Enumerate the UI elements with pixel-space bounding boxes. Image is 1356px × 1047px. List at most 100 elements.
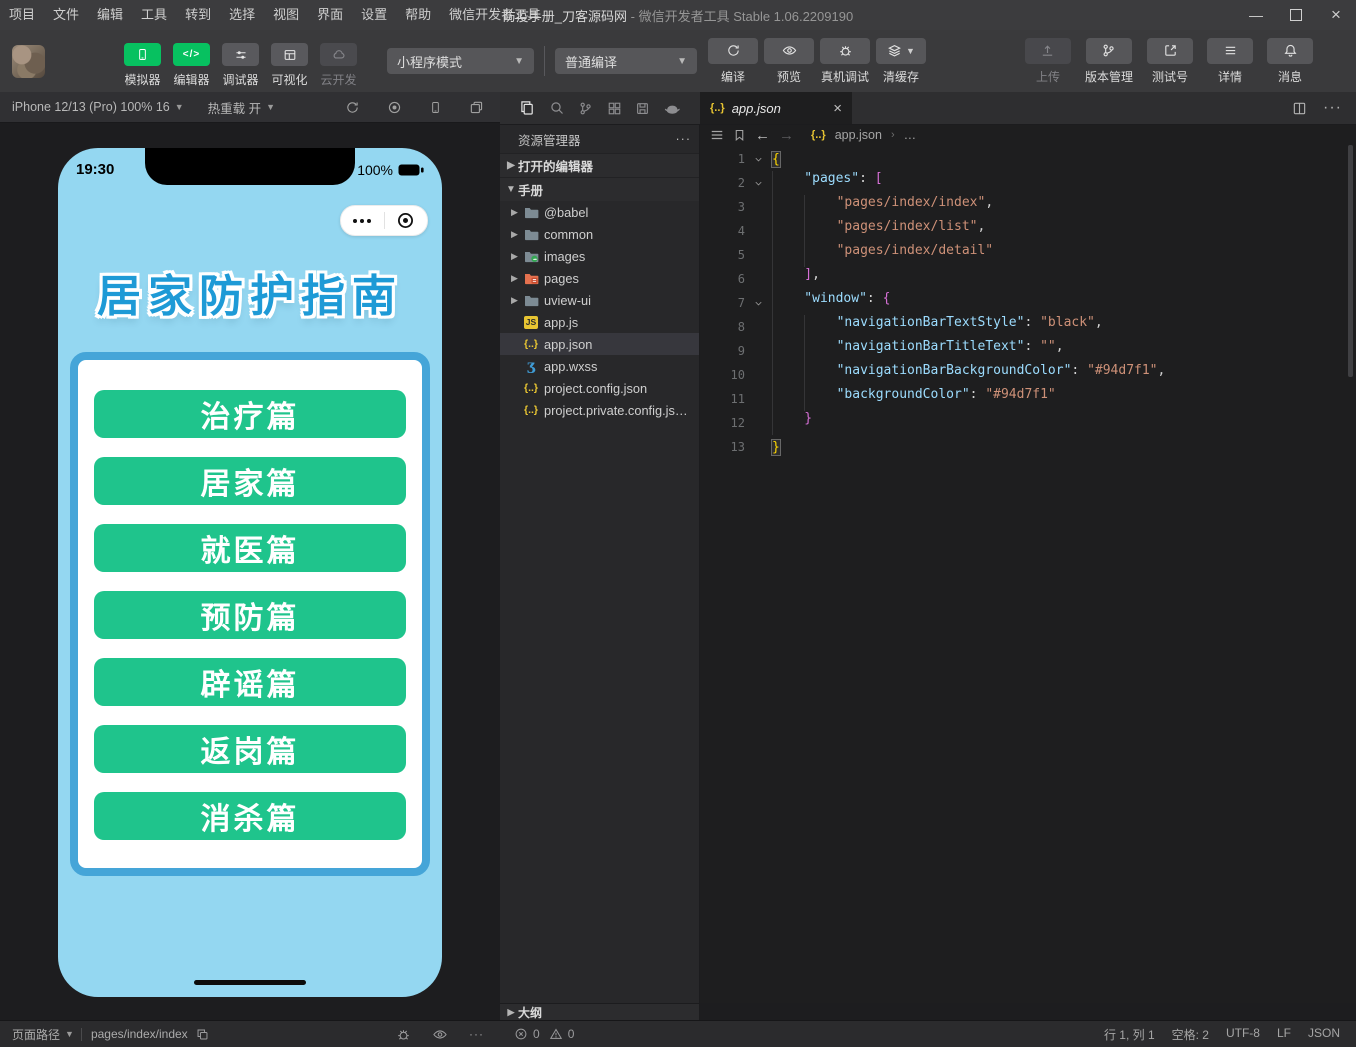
- visualizer-button[interactable]: 可视化: [265, 43, 314, 88]
- phone-menu-button-5[interactable]: 辟谣篇: [94, 658, 406, 706]
- tree-item-app.wxss[interactable]: ʒ app.wxss: [500, 355, 699, 377]
- close-icon[interactable]: ×: [833, 100, 842, 117]
- tab-app-json[interactable]: {..} app.json ×: [700, 92, 852, 124]
- folder-icon: [521, 294, 541, 307]
- indent-guide: [772, 339, 804, 363]
- tree-item-uview-ui[interactable]: ▶ uview-ui: [500, 289, 699, 311]
- back-icon[interactable]: ←: [755, 127, 770, 144]
- simulator-button[interactable]: 模拟器: [118, 43, 167, 88]
- menu-item-3[interactable]: 工具: [132, 0, 176, 30]
- editor-scrollbar[interactable]: [1348, 145, 1353, 377]
- forward-icon[interactable]: →: [779, 127, 794, 144]
- page-path-label[interactable]: 页面路径: [12, 1026, 60, 1043]
- save-icon[interactable]: [635, 101, 650, 116]
- record-icon[interactable]: [387, 100, 402, 115]
- eol[interactable]: LF: [1277, 1026, 1291, 1043]
- clear-cache-button[interactable]: ▼ 清缓存: [876, 37, 926, 85]
- messages-button[interactable]: 消息: [1267, 37, 1313, 85]
- fold-chevron-icon[interactable]: [745, 154, 772, 165]
- tree-item-images[interactable]: ▶ images: [500, 245, 699, 267]
- menu-item-2[interactable]: 编辑: [88, 0, 132, 30]
- visualizer-label: 可视化: [271, 73, 308, 87]
- branch-icon[interactable]: [578, 101, 593, 116]
- menu-item-8[interactable]: 设置: [352, 0, 396, 30]
- tree-item-common[interactable]: ▶ common: [500, 223, 699, 245]
- split-editor-icon[interactable]: [1292, 101, 1307, 116]
- tree-item-@babel[interactable]: ▶ @babel: [500, 201, 699, 223]
- maximize-button[interactable]: [1276, 0, 1316, 30]
- menu-item-1[interactable]: 文件: [44, 0, 88, 30]
- language-mode[interactable]: JSON: [1308, 1026, 1340, 1043]
- code-line-1: 1{: [700, 147, 1356, 171]
- exit-button[interactable]: [385, 212, 428, 229]
- teapot-icon[interactable]: [664, 101, 681, 116]
- compile-select[interactable]: 普通编译 ▼: [555, 48, 697, 74]
- phone-menu-button-4[interactable]: 预防篇: [94, 591, 406, 639]
- bookmark-icon[interactable]: [733, 128, 746, 142]
- phone-menu-button-2[interactable]: 居家篇: [94, 457, 406, 505]
- menu-item-0[interactable]: 项目: [0, 0, 44, 30]
- menu-item-9[interactable]: 帮助: [396, 0, 440, 30]
- debugger-button[interactable]: 调试器: [216, 43, 265, 88]
- token: ,: [1094, 315, 1103, 330]
- token: :: [1024, 339, 1041, 354]
- list-icon[interactable]: [710, 128, 724, 142]
- grid-icon[interactable]: [607, 101, 622, 116]
- menu-item-7[interactable]: 界面: [308, 0, 352, 30]
- mode-select[interactable]: 小程序模式 ▼: [387, 48, 534, 74]
- phone-menu-button-1[interactable]: 治疗篇: [94, 390, 406, 438]
- copy-icon[interactable]: [196, 1028, 209, 1041]
- menu-item-5[interactable]: 选择: [220, 0, 264, 30]
- indent-guide: [772, 291, 804, 315]
- menu-item-10[interactable]: 微信开发者工具: [440, 0, 549, 30]
- test-account-button[interactable]: 测试号: [1147, 37, 1193, 85]
- fold-chevron-icon[interactable]: [745, 178, 772, 189]
- details-button[interactable]: 详情: [1207, 37, 1253, 85]
- menu-item-4[interactable]: 转到: [176, 0, 220, 30]
- eye-icon[interactable]: [432, 1027, 448, 1042]
- phone-menu-button-6[interactable]: 返岗篇: [94, 725, 406, 773]
- tree-item-project.private.config.js[interactable]: {..} project.private.config.js…: [500, 399, 699, 421]
- phone-menu-button-7[interactable]: 消杀篇: [94, 792, 406, 840]
- section-project[interactable]: ▼ 手册: [500, 177, 699, 201]
- search-icon[interactable]: [549, 100, 565, 116]
- compile-button[interactable]: 编译: [708, 37, 758, 85]
- bug-icon[interactable]: [396, 1027, 411, 1042]
- outline-section[interactable]: ▶ 大纲: [500, 1003, 700, 1020]
- close-button[interactable]: ×: [1316, 0, 1356, 30]
- minimize-button[interactable]: —: [1236, 0, 1276, 30]
- cursor-position[interactable]: 行 1, 列 1: [1104, 1026, 1155, 1043]
- tree-item-app.json[interactable]: {..} app.json: [500, 333, 699, 355]
- tree-item-project.config.json[interactable]: {..} project.config.json: [500, 377, 699, 399]
- editor-button[interactable]: </> 编辑器: [167, 43, 216, 88]
- statusbar-left-icons: ···: [396, 1027, 484, 1042]
- code-text: "pages/index/index",: [772, 195, 993, 219]
- multiwindow-icon[interactable]: [469, 100, 484, 115]
- avatar[interactable]: [12, 44, 45, 78]
- more-menu-button[interactable]: [341, 218, 384, 223]
- device-debug-button[interactable]: 真机调试: [820, 37, 870, 85]
- rotate-icon[interactable]: [345, 100, 360, 115]
- fold-chevron-icon[interactable]: [745, 298, 772, 309]
- problems-summary[interactable]: 0 0: [500, 1027, 700, 1041]
- tree-item-app.js[interactable]: JS app.js: [500, 311, 699, 333]
- encoding[interactable]: UTF-8: [1226, 1026, 1260, 1043]
- version-manage-button[interactable]: 版本管理: [1085, 37, 1133, 85]
- preview-button[interactable]: 预览: [764, 37, 814, 85]
- device-select[interactable]: iPhone 12/13 (Pro) 100% 16 ▼: [12, 100, 184, 114]
- menu-item-6[interactable]: 视图: [264, 0, 308, 30]
- chevron-right-icon: ▶: [507, 1006, 515, 1017]
- code-area[interactable]: 1{2 "pages": [3 "pages/index/index", 4 "page…: [700, 147, 1356, 459]
- more-actions-icon[interactable]: ···: [676, 132, 692, 146]
- section-open-editors[interactable]: ▶ 打开的编辑器: [500, 153, 699, 177]
- more-actions-icon[interactable]: ···: [1323, 99, 1342, 117]
- phone-icon[interactable]: [429, 100, 442, 115]
- hot-reload-toggle[interactable]: 热重载 开 ▼: [208, 98, 275, 117]
- more-actions-icon[interactable]: ···: [469, 1027, 484, 1042]
- tree-item-pages[interactable]: ▶ pages: [500, 267, 699, 289]
- files-icon[interactable]: [519, 100, 535, 116]
- code-line-8: 8 "navigationBarTextStyle": "black",: [700, 315, 1356, 339]
- phone-menu-button-3[interactable]: 就医篇: [94, 524, 406, 572]
- battery-indicator: 100%: [357, 162, 424, 178]
- indent-setting[interactable]: 空格: 2: [1172, 1026, 1209, 1043]
